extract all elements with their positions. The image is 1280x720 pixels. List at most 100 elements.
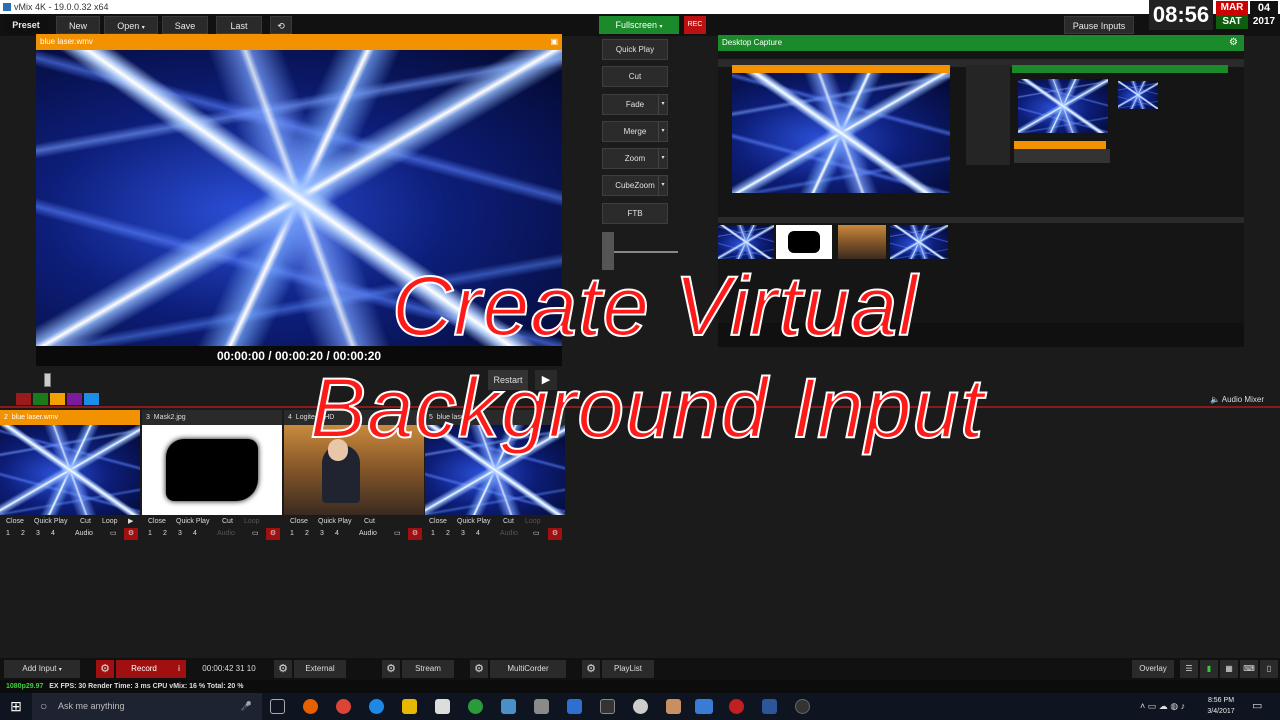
edge-icon[interactable]: [369, 699, 384, 714]
open-button[interactable]: Open ▾: [104, 16, 158, 34]
close-button[interactable]: Close: [6, 515, 24, 528]
input-header[interactable]: 2 blue laser.wmv: [0, 410, 140, 425]
trash-icon[interactable]: ▯: [1260, 660, 1278, 678]
grid-icon[interactable]: ▦: [1220, 660, 1238, 678]
chevron-down-icon[interactable]: ▾: [658, 149, 667, 168]
color-swatch-red[interactable]: [16, 393, 31, 405]
monitor-icon[interactable]: ▭: [533, 528, 540, 540]
close-button[interactable]: Close: [148, 515, 166, 528]
menu-icon[interactable]: ☰: [1180, 660, 1198, 678]
settings-app-icon[interactable]: [534, 699, 549, 714]
app-blue-icon[interactable]: [501, 699, 516, 714]
last-button[interactable]: Last: [216, 16, 262, 34]
gear-icon[interactable]: ⚙: [96, 660, 114, 678]
cortana-search-box[interactable]: ○ Ask me anything 🎤: [32, 693, 262, 720]
task-view-icon[interactable]: [270, 699, 285, 714]
rec-button[interactable]: REC: [684, 16, 706, 34]
word-icon[interactable]: [762, 699, 777, 714]
file-explorer-icon[interactable]: [402, 699, 417, 714]
color-swatch-green[interactable]: [33, 393, 48, 405]
cut-button[interactable]: Cut: [222, 515, 233, 528]
overlay-4-button[interactable]: 4: [476, 528, 480, 540]
vmix-taskbar-icon[interactable]: [567, 699, 582, 714]
overlay-1-button[interactable]: 1: [148, 528, 152, 540]
color-swatch-blue[interactable]: [84, 393, 99, 405]
cut-button[interactable]: Cut: [80, 515, 91, 528]
active-app-icon[interactable]: [695, 699, 713, 714]
microphone-icon[interactable]: 🎤: [241, 693, 252, 720]
overlay-2-button[interactable]: 2: [305, 528, 309, 540]
quick-play-button[interactable]: Quick Play: [34, 515, 67, 528]
close-button[interactable]: Close: [290, 515, 308, 528]
gear-icon[interactable]: ⚙: [1229, 35, 1238, 51]
overlay-4-button[interactable]: 4: [193, 528, 197, 540]
save-button[interactable]: Save: [162, 16, 208, 34]
overlay-3-button[interactable]: 3: [178, 528, 182, 540]
audio-button[interactable]: Audio: [217, 528, 235, 540]
app-red-icon[interactable]: [729, 699, 744, 714]
overlay-3-button[interactable]: 3: [461, 528, 465, 540]
taskbar-clock[interactable]: 8:56 PM 3/4/2017: [1196, 695, 1246, 719]
loop-button[interactable]: Loop: [244, 515, 260, 528]
audio-button[interactable]: Audio: [359, 528, 377, 540]
gear-icon[interactable]: ⚙: [266, 528, 280, 540]
color-swatch-purple[interactable]: [67, 393, 82, 405]
new-button[interactable]: New: [56, 16, 100, 34]
fade-button[interactable]: Fade ▾: [602, 94, 668, 115]
overlay-4-button[interactable]: 4: [51, 528, 55, 540]
quick-play-button[interactable]: Quick Play: [457, 515, 490, 528]
fullscreen-button[interactable]: Fullscreen ▾: [599, 16, 679, 34]
close-button[interactable]: Close: [429, 515, 447, 528]
obs-icon[interactable]: [600, 699, 615, 714]
overlay-4-button[interactable]: 4: [335, 528, 339, 540]
overlay-1-button[interactable]: 1: [290, 528, 294, 540]
level-meter-icon[interactable]: ▮: [1200, 660, 1218, 678]
photos-icon[interactable]: [666, 699, 681, 714]
notifications-icon[interactable]: ▭: [1252, 699, 1268, 714]
gear-icon[interactable]: ⚙: [582, 660, 600, 678]
overlay-2-button[interactable]: 2: [163, 528, 167, 540]
refresh-icon[interactable]: ⟲: [270, 16, 292, 34]
store-icon[interactable]: [435, 699, 450, 714]
app-round-icon[interactable]: [633, 699, 648, 714]
firefox-icon[interactable]: [303, 699, 318, 714]
loop-button[interactable]: Loop: [525, 515, 541, 528]
input-thumbnail[interactable]: [0, 425, 140, 515]
chevron-down-icon[interactable]: ▾: [658, 122, 667, 141]
record-button[interactable]: Record: [116, 660, 172, 678]
cut-button[interactable]: Cut: [364, 515, 375, 528]
record-info-button[interactable]: i: [172, 660, 186, 678]
chevron-down-icon[interactable]: ▾: [658, 176, 667, 195]
quick-play-button[interactable]: Quick Play: [318, 515, 351, 528]
gear-icon[interactable]: ⚙: [382, 660, 400, 678]
input-thumbnail[interactable]: [142, 425, 282, 515]
overlay-2-button[interactable]: 2: [446, 528, 450, 540]
overlay-1-button[interactable]: 1: [6, 528, 10, 540]
windows-start-icon[interactable]: ⊞: [0, 693, 32, 720]
app-green-icon[interactable]: [468, 699, 483, 714]
app-dark-icon[interactable]: [795, 699, 810, 714]
multicorder-button[interactable]: MultiCorder: [490, 660, 566, 678]
gear-icon[interactable]: ⚙: [124, 528, 138, 540]
overlay-button[interactable]: Overlay: [1132, 660, 1174, 678]
pause-inputs-button[interactable]: Pause Inputs: [1064, 16, 1134, 34]
overlay-3-button[interactable]: 3: [36, 528, 40, 540]
playlist-button[interactable]: PlayList: [602, 660, 654, 678]
zoom-button[interactable]: Zoom ▾: [602, 148, 668, 169]
color-swatch-orange[interactable]: [50, 393, 65, 405]
chevron-down-icon[interactable]: ▾: [658, 95, 667, 114]
chrome-icon[interactable]: [336, 699, 351, 714]
input-header[interactable]: 3 Mask2.jpg: [142, 410, 282, 425]
play-icon[interactable]: ▶: [128, 515, 133, 528]
loop-button[interactable]: Loop: [102, 515, 118, 528]
preset-button[interactable]: Preset: [4, 16, 48, 34]
preview-settings-icon[interactable]: ▣: [550, 34, 558, 50]
monitor-icon[interactable]: ▭: [394, 528, 401, 540]
quick-play-button[interactable]: Quick Play: [176, 515, 209, 528]
cubezoom-button[interactable]: CubeZoom ▾: [602, 175, 668, 196]
keyboard-icon[interactable]: ⌨: [1240, 660, 1258, 678]
overlay-2-button[interactable]: 2: [21, 528, 25, 540]
gear-icon[interactable]: ⚙: [274, 660, 292, 678]
audio-button[interactable]: Audio: [75, 528, 93, 540]
monitor-icon[interactable]: ▭: [252, 528, 259, 540]
